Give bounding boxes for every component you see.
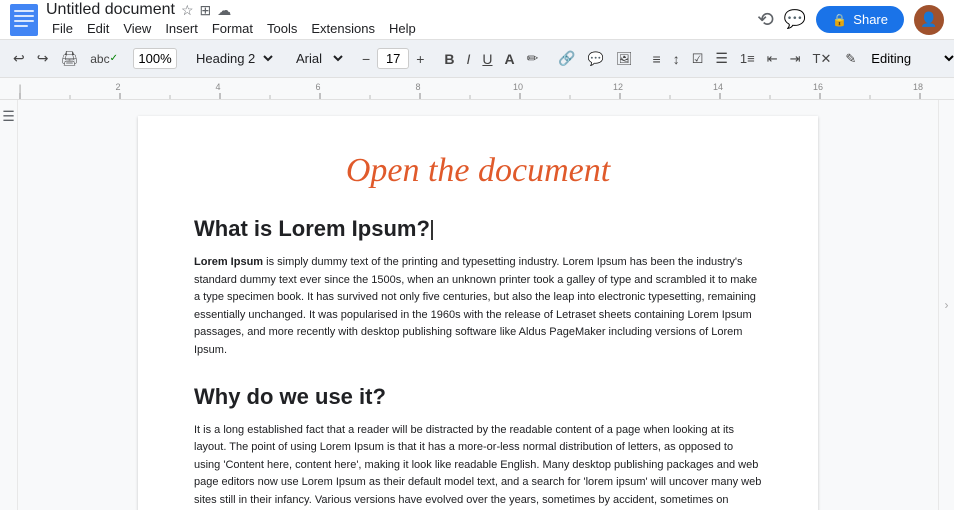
text-cursor bbox=[431, 220, 433, 240]
doc-area: Open the document What is Lorem Ipsum? L… bbox=[18, 100, 938, 510]
font-size-decrease[interactable]: − bbox=[357, 48, 375, 70]
ordered-list-button[interactable]: 1≡ bbox=[735, 48, 760, 69]
star-icon[interactable]: ☆ bbox=[181, 2, 194, 19]
checklist-button[interactable]: ☑ bbox=[687, 48, 709, 70]
menu-format[interactable]: Format bbox=[206, 19, 259, 38]
font-size-increase[interactable]: + bbox=[411, 48, 429, 70]
font-select[interactable]: Arial Times New Roman bbox=[287, 47, 347, 70]
indent-decrease-button[interactable]: ⇤ bbox=[762, 48, 783, 70]
share-button[interactable]: 🔒 Share bbox=[816, 6, 904, 33]
svg-text:18: 18 bbox=[913, 82, 923, 92]
title-bar-right: ⟲ 💬 🔒 Share 👤 bbox=[757, 5, 944, 35]
comment-icon[interactable]: 💬 bbox=[784, 9, 806, 30]
indent-increase-button[interactable]: ⇥ bbox=[785, 48, 806, 70]
print-button[interactable]: 🖨 bbox=[55, 47, 83, 70]
image-button[interactable]: 🖼 bbox=[611, 48, 638, 70]
svg-text:16: 16 bbox=[813, 82, 823, 92]
line-spacing-button[interactable]: ↕ bbox=[668, 48, 685, 70]
heading-style-select[interactable]: Heading 2 Normal text Heading 1 Heading … bbox=[187, 47, 277, 70]
section-2: Why do we use it? It is a long establish… bbox=[194, 384, 762, 510]
folder-icon[interactable]: ⊞ bbox=[200, 2, 212, 19]
document-display-title: Open the document bbox=[194, 152, 762, 190]
comment-insert-button[interactable]: 💬 bbox=[583, 48, 609, 70]
collapse-panel-icon[interactable]: › bbox=[945, 298, 949, 312]
doc-icon bbox=[10, 4, 38, 36]
svg-text:14: 14 bbox=[713, 82, 723, 92]
menu-extensions[interactable]: Extensions bbox=[305, 19, 381, 38]
highlight-button[interactable]: ✏ bbox=[522, 47, 544, 70]
doc-title[interactable]: Untitled document bbox=[46, 1, 175, 19]
section-1-heading: What is Lorem Ipsum? bbox=[194, 216, 762, 242]
doc-page[interactable]: Open the document What is Lorem Ipsum? L… bbox=[138, 116, 818, 510]
lock-icon: 🔒 bbox=[832, 13, 847, 27]
menu-edit[interactable]: Edit bbox=[81, 19, 115, 38]
svg-text:6: 6 bbox=[315, 82, 320, 92]
svg-text:4: 4 bbox=[215, 82, 220, 92]
cloud-icon[interactable]: ☁ bbox=[217, 2, 231, 19]
right-panel: › bbox=[938, 100, 954, 510]
toolbar: ↩ ↪ 🖨 abc✓ Heading 2 Normal text Heading… bbox=[0, 40, 954, 78]
avatar: 👤 bbox=[914, 5, 944, 35]
ruler: | 2 4 6 8 10 12 14 16 18 bbox=[0, 78, 954, 100]
zoom-input[interactable] bbox=[133, 48, 177, 69]
section-1: What is Lorem Ipsum? Lorem Ipsum is simp… bbox=[194, 216, 762, 360]
list-button[interactable]: ☰ bbox=[710, 47, 733, 70]
svg-text:8: 8 bbox=[415, 82, 420, 92]
align-button[interactable]: ≡ bbox=[648, 48, 666, 70]
ruler-svg: | 2 4 6 8 10 12 14 16 18 bbox=[10, 78, 954, 100]
outline-icon[interactable]: ☰ bbox=[2, 108, 15, 125]
svg-text:2: 2 bbox=[115, 82, 120, 92]
share-label: Share bbox=[853, 12, 888, 27]
spellcheck-button[interactable]: abc✓ bbox=[85, 49, 123, 69]
menu-view[interactable]: View bbox=[117, 19, 157, 38]
text-color-button[interactable]: A bbox=[500, 48, 520, 70]
redo-button[interactable]: ↪ bbox=[32, 47, 54, 70]
section-2-body: It is a long established fact that a rea… bbox=[194, 422, 762, 510]
title-row: Untitled document ☆ ⊞ ☁ bbox=[46, 1, 757, 19]
underline-button[interactable]: U bbox=[477, 48, 497, 70]
font-size-input[interactable] bbox=[377, 48, 409, 69]
menu-help[interactable]: Help bbox=[383, 19, 422, 38]
lorem-ipsum-bold: Lorem Ipsum bbox=[194, 256, 263, 268]
menu-insert[interactable]: Insert bbox=[159, 19, 204, 38]
clear-format-button[interactable]: T✕ bbox=[808, 48, 837, 70]
editing-mode-select[interactable]: Editing Suggesting Viewing bbox=[863, 48, 954, 69]
menu-file[interactable]: File bbox=[46, 19, 79, 38]
link-button[interactable]: 🔗 bbox=[553, 47, 580, 70]
svg-text:10: 10 bbox=[513, 82, 523, 92]
undo-button[interactable]: ↩ bbox=[8, 47, 30, 70]
italic-button[interactable]: I bbox=[462, 48, 476, 70]
menu-bar: File Edit View Insert Format Tools Exten… bbox=[46, 19, 757, 38]
svg-text:|: | bbox=[19, 83, 21, 93]
bold-button[interactable]: B bbox=[439, 48, 459, 70]
title-area: Untitled document ☆ ⊞ ☁ File Edit View I… bbox=[46, 1, 757, 38]
left-panel: ☰ bbox=[0, 100, 18, 510]
title-bar: Untitled document ☆ ⊞ ☁ File Edit View I… bbox=[0, 0, 954, 40]
pencil-mode-icon[interactable]: ✎ bbox=[840, 48, 861, 70]
svg-text:12: 12 bbox=[613, 82, 623, 92]
section-2-heading: Why do we use it? bbox=[194, 384, 762, 410]
section-1-body: Lorem Ipsum is simply dummy text of the … bbox=[194, 254, 762, 360]
menu-tools[interactable]: Tools bbox=[261, 19, 303, 38]
history-icon[interactable]: ⟲ bbox=[757, 7, 774, 32]
main-area: ☰ Open the document What is Lorem Ipsum?… bbox=[0, 100, 954, 510]
